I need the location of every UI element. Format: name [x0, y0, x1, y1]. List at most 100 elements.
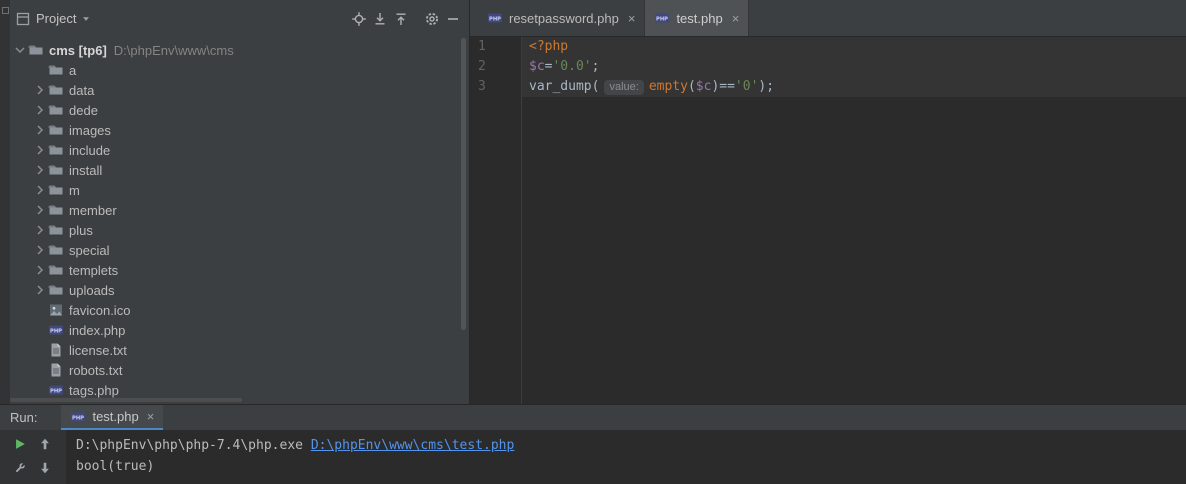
chevron-right-icon[interactable] [32, 242, 48, 258]
svg-text:PHP: PHP [50, 388, 62, 394]
close-tab-icon[interactable]: × [147, 409, 155, 424]
run-toolbar [0, 430, 66, 484]
console-line: bool(true) [76, 456, 1186, 477]
tree-item-include[interactable]: include [10, 140, 469, 160]
svg-text:PHP: PHP [656, 16, 668, 22]
tree-item-tags.php[interactable]: PHP tags.php [10, 380, 469, 400]
chevron-down-icon[interactable] [12, 42, 28, 58]
run-tab-test-php[interactable]: PHP test.php × [61, 405, 164, 430]
hide-panel-icon[interactable] [445, 11, 461, 27]
tree-item-label: a [69, 62, 77, 78]
folder-icon [28, 42, 44, 58]
tree-horizontal-scrollbar[interactable] [10, 398, 242, 402]
tree-item-robots.txt[interactable]: robots.txt [10, 360, 469, 380]
project-panel-header: Project [10, 0, 469, 37]
close-tab-icon[interactable]: × [628, 11, 636, 26]
chevron-right-icon[interactable] [32, 162, 48, 178]
ide-window: Project cms [tp6] D:\phpEnv\www\cms a dat… [0, 0, 1186, 484]
chevron-right-icon[interactable] [32, 102, 48, 118]
editor[interactable]: 123 <?php $c = '0.0'; var_dump(value: empty($… [470, 37, 1186, 404]
tab-label: resetpassword.php [509, 10, 619, 26]
chevron-right-icon[interactable] [32, 182, 48, 198]
code-token: '0.0' [552, 59, 592, 74]
tree-item-index.php[interactable]: PHP index.php [10, 320, 469, 340]
editor-tab-bar: PHP resetpassword.php × PHP test.php × [470, 0, 1186, 37]
run-panel: Run: PHP test.php × D:\phpEnv\php\php-7.… [0, 404, 1186, 484]
chevron-right-icon[interactable] [32, 222, 48, 238]
tree-item-label: robots.txt [69, 362, 123, 378]
chevron-right-icon[interactable] [32, 142, 48, 158]
code-token: empty [648, 79, 688, 94]
console-text: D:\phpEnv\php\php-7.4\php.exe [76, 438, 311, 453]
expand-all-icon[interactable] [372, 11, 388, 27]
tree-item-label: special [69, 242, 110, 258]
chevron-down-icon[interactable] [81, 14, 91, 24]
settings-gear-icon[interactable] [424, 11, 440, 27]
project-panel-title[interactable]: Project [36, 11, 76, 26]
chevron-right-icon[interactable] [32, 282, 48, 298]
editor-gutter: 1 2 3 [470, 37, 522, 404]
tree-vertical-scrollbar[interactable] [461, 38, 466, 330]
editor-area: PHP resetpassword.php × PHP test.php × 1 2 3 <?… [470, 0, 1186, 404]
console-file-link[interactable]: D:\phpEnv\www\cms\test.php [311, 438, 515, 453]
run-panel-body: D:\phpEnv\php\php-7.4\php.exe D:\phpEnv\… [0, 430, 1186, 484]
project-panel: Project cms [tp6] D:\phpEnv\www\cms a dat… [10, 0, 470, 404]
code-line[interactable]: var_dump(value: empty($c)== '0'); [522, 77, 1186, 97]
project-tool-icon[interactable] [15, 11, 31, 27]
tree-item-plus[interactable]: plus [10, 220, 469, 240]
tree-item-favicon.ico[interactable]: favicon.ico [10, 300, 469, 320]
locate-icon[interactable] [351, 11, 367, 27]
code-line[interactable]: $c = '0.0'; [522, 57, 1186, 77]
collapse-all-icon[interactable] [393, 11, 409, 27]
arrow-down-icon[interactable] [38, 461, 54, 477]
tree-item-data[interactable]: data [10, 80, 469, 100]
close-tab-icon[interactable]: × [732, 11, 740, 26]
tree-item-label: data [69, 82, 95, 98]
tree-item-uploads[interactable]: uploads [10, 280, 469, 300]
code-token: ; [591, 59, 600, 74]
folder-icon [48, 122, 64, 138]
folder-icon [48, 162, 64, 178]
php-file-icon: PHP [487, 10, 503, 26]
arrow-up-icon[interactable] [38, 437, 54, 453]
tree-item-license.txt[interactable]: license.txt [10, 340, 469, 360]
tree-item-install[interactable]: install [10, 160, 469, 180]
tree-item-a[interactable]: a [10, 60, 469, 80]
tree-root-name: cms [tp6] [49, 42, 107, 58]
tree-item-special[interactable]: special [10, 240, 469, 260]
tree-item-m[interactable]: m [10, 180, 469, 200]
folder-icon [48, 62, 64, 78]
code-line[interactable]: <?php [522, 37, 1186, 57]
run-play-icon[interactable] [13, 437, 29, 453]
tab-label: test.php [676, 10, 723, 26]
tree-item-label: include [69, 142, 111, 158]
chevron-right-icon[interactable] [32, 122, 48, 138]
code-area[interactable]: <?php $c = '0.0'; var_dump(value: empty($c)==… [522, 37, 1186, 404]
folder-icon [48, 142, 64, 158]
folder-icon [48, 82, 64, 98]
tree-item-label: member [69, 202, 117, 218]
php-file-icon: PHP [70, 409, 86, 425]
editor-tab-test.php[interactable]: PHP test.php × [645, 0, 750, 36]
editor-tab-resetpassword.php[interactable]: PHP resetpassword.php × [478, 0, 646, 36]
tree-root-path: D:\phpEnv\www\cms [113, 42, 234, 58]
chevron-right-icon[interactable] [32, 202, 48, 218]
tool-window-stripe-icon[interactable] [1, 7, 9, 14]
chevron-right-icon[interactable] [32, 262, 48, 278]
code-token: ); [758, 79, 775, 94]
tree-item-templets[interactable]: templets [10, 260, 469, 280]
text-file-icon [48, 362, 64, 378]
chevron-right-icon[interactable] [32, 82, 48, 98]
folder-icon [48, 202, 64, 218]
tree-item-images[interactable]: images [10, 120, 469, 140]
tree-item-dede[interactable]: dede [10, 100, 469, 120]
build-wrench-icon[interactable] [13, 461, 29, 477]
tree-item-member[interactable]: member [10, 200, 469, 220]
tree-item-label: tags.php [69, 382, 119, 398]
code-token: <?php [529, 39, 569, 54]
tree-item-label: templets [69, 262, 119, 278]
run-console[interactable]: D:\phpEnv\php\php-7.4\php.exe D:\phpEnv\… [66, 430, 1186, 484]
tree-item-root[interactable]: cms [tp6] D:\phpEnv\www\cms [10, 40, 469, 60]
